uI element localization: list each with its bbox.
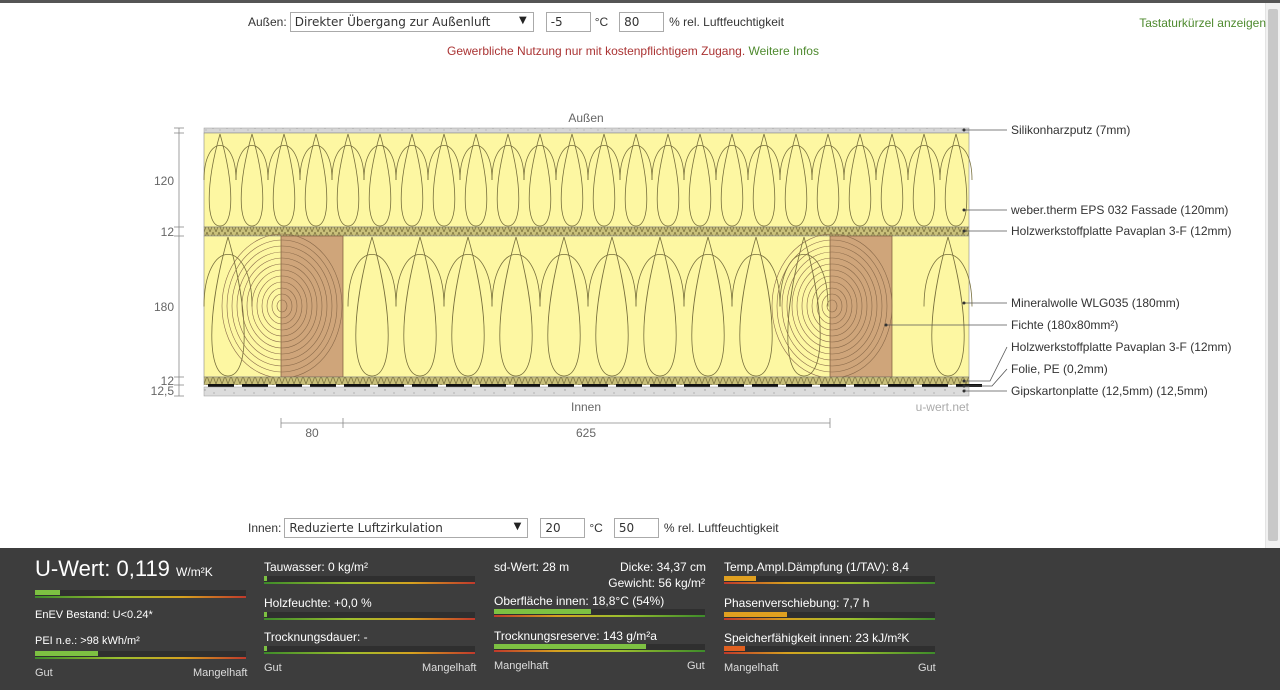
holzfeuchte-bar-scale bbox=[264, 618, 475, 620]
thickness-label: 180 bbox=[154, 300, 174, 314]
uwert-value: 0,119 bbox=[116, 556, 170, 581]
layer-label[interactable]: Gipskartonplatte (12,5mm) (12,5mm) bbox=[1011, 384, 1208, 398]
phasen-text: Phasenverschiebung: 7,7 h bbox=[724, 596, 870, 610]
trocknungsreserve-text: Trocknungsreserve: 143 g/m²a bbox=[494, 629, 657, 643]
oberflaeche-text: Oberfläche innen: 18,8°C (54%) bbox=[494, 594, 665, 608]
axis-mangelhaft: Mangelhaft bbox=[494, 660, 549, 672]
inside-condition-value: Reduzierte Luftzirkulation bbox=[289, 521, 443, 535]
axis-mangelhaft: Mangelhaft bbox=[724, 662, 779, 674]
layer-label[interactable]: weber.therm EPS 032 Fassade (120mm) bbox=[1010, 203, 1228, 217]
uwert-bar-scale bbox=[35, 596, 246, 598]
inside-conditions: Innen: Reduzierte Luftzirkulation ▼ 20 °… bbox=[248, 518, 779, 538]
phasen-bar-scale bbox=[724, 618, 935, 620]
uwert-bar bbox=[35, 590, 246, 598]
side-bottom-label: Innen bbox=[571, 400, 601, 414]
tauwasser-bar bbox=[264, 576, 475, 584]
results-panel: U-Wert: 0,119 W/m²K EnEV Bestand: U<0.24… bbox=[0, 548, 1280, 690]
axis-gut: Gut bbox=[264, 662, 282, 674]
side-top-label: Außen bbox=[568, 111, 603, 125]
phasen-bar bbox=[724, 612, 935, 620]
enev-text: EnEV Bestand: U<0.24* bbox=[35, 609, 153, 621]
oberflaeche-bar-scale bbox=[494, 615, 705, 617]
layer-label[interactable]: Holzwerkstoffplatte Pavaplan 3-F (12mm) bbox=[1011, 340, 1232, 354]
scrollbar-thumb[interactable] bbox=[1268, 9, 1278, 541]
temp-ampl-text: Temp.Ampl.Dämpfung (1/TAV): 8,4 bbox=[724, 560, 909, 574]
inside-humidity-unit: % rel. Luftfeuchtigkeit bbox=[663, 521, 779, 535]
layer-label[interactable]: Silikonharzputz (7mm) bbox=[1011, 123, 1130, 137]
axis-gut: Gut bbox=[35, 667, 53, 679]
wall-cross-section-diagram: Außen Innen u-wert.net 120 12 180 12 12,… bbox=[151, 111, 1232, 440]
trocknungsdauer-text: Trocknungsdauer: - bbox=[264, 630, 368, 644]
speicher-bar-fill bbox=[724, 646, 746, 651]
vertical-scrollbar[interactable] bbox=[1265, 3, 1280, 548]
dicke-text: Dicke: 34,37 cm bbox=[620, 560, 707, 574]
pei-bar-fill bbox=[35, 651, 99, 656]
holzfeuchte-bar-fill bbox=[264, 612, 267, 617]
uwert-bar-fill bbox=[35, 590, 61, 595]
spacing-label: 625 bbox=[576, 426, 596, 440]
temp-ampl-bar-scale bbox=[724, 582, 935, 584]
inside-label: Innen: bbox=[248, 521, 282, 535]
layer-label[interactable]: Fichte (180x80mm²) bbox=[1011, 318, 1118, 332]
watermark: u-wert.net bbox=[916, 400, 970, 414]
tauwasser-bar-scale bbox=[264, 582, 475, 584]
layer-gipskarton bbox=[203, 386, 970, 397]
layer-folie-pe bbox=[204, 384, 982, 387]
pei-text: PEI n.e.: >98 kWh/m² bbox=[35, 635, 140, 647]
uwert-title: U-Wert: 0,119 W/m²K bbox=[35, 556, 213, 582]
holzfeuchte-text: Holzfeuchte: +0,0 % bbox=[264, 596, 372, 610]
inside-temp-unit: °C bbox=[589, 521, 603, 535]
axis-mangelhaft: Mangelhaft bbox=[422, 662, 477, 674]
temp-ampl-bar-fill bbox=[724, 576, 756, 581]
oberflaeche-bar bbox=[494, 609, 705, 617]
thickness-label: 12 bbox=[161, 225, 175, 239]
layer-label[interactable]: Folie, PE (0,2mm) bbox=[1011, 362, 1108, 376]
speicher-bar-scale bbox=[724, 652, 935, 654]
holzfeuchte-bar bbox=[264, 612, 475, 620]
trocknungsdauer-bar bbox=[264, 646, 475, 654]
uwert-unit: W/m²K bbox=[176, 565, 213, 579]
trocknungsreserve-bar bbox=[494, 644, 705, 652]
axis-gut: Gut bbox=[918, 662, 936, 674]
trocknungsreserve-bar-scale bbox=[494, 650, 705, 652]
thickness-label: 120 bbox=[154, 174, 174, 188]
inside-humidity-input[interactable]: 50 bbox=[613, 518, 659, 538]
oberflaeche-bar-fill bbox=[494, 609, 592, 614]
trocknungsdauer-bar-fill bbox=[264, 646, 267, 651]
layer-silikonharzputz bbox=[203, 127, 970, 134]
trocknungsreserve-bar-fill bbox=[494, 644, 646, 649]
axis-gut: Gut bbox=[687, 660, 705, 672]
trocknungsdauer-bar-scale bbox=[264, 652, 475, 654]
tauwasser-bar-fill bbox=[264, 576, 267, 581]
spacing-label: 80 bbox=[305, 426, 319, 440]
layer-label[interactable]: Mineralwolle WLG035 (180mm) bbox=[1011, 296, 1180, 310]
layer-holzwerkstoffplatte-outer bbox=[203, 226, 970, 237]
inside-temperature-input[interactable]: 20 bbox=[540, 518, 586, 538]
inside-condition-select[interactable]: Reduzierte Luftzirkulation ▼ bbox=[284, 518, 529, 538]
pei-bar-scale bbox=[35, 657, 246, 659]
layer-label[interactable]: Holzwerkstoffplatte Pavaplan 3-F (12mm) bbox=[1011, 224, 1232, 238]
gewicht-text: Gewicht: 56 kg/m² bbox=[608, 576, 705, 590]
speicher-bar bbox=[724, 646, 935, 654]
axis-mangelhaft: Mangelhaft bbox=[193, 667, 248, 679]
thickness-label: 12,5 bbox=[151, 384, 175, 398]
chevron-down-icon: ▼ bbox=[513, 521, 522, 532]
temp-ampl-bar bbox=[724, 576, 935, 584]
layer-holzwerkstoffplatte-inner bbox=[203, 376, 970, 386]
tauwasser-text: Tauwasser: 0 kg/m² bbox=[264, 560, 369, 574]
speicher-text: Speicherfähigkeit innen: 23 kJ/m²K bbox=[724, 631, 910, 645]
sd-wert-text: sd-Wert: 28 m bbox=[494, 560, 570, 574]
pei-bar bbox=[35, 651, 246, 659]
uwert-label: U-Wert: bbox=[35, 556, 111, 581]
thickness-dimension-line bbox=[174, 127, 184, 397]
spacing-dimension-line bbox=[280, 418, 831, 428]
phasen-bar-fill bbox=[724, 612, 788, 617]
